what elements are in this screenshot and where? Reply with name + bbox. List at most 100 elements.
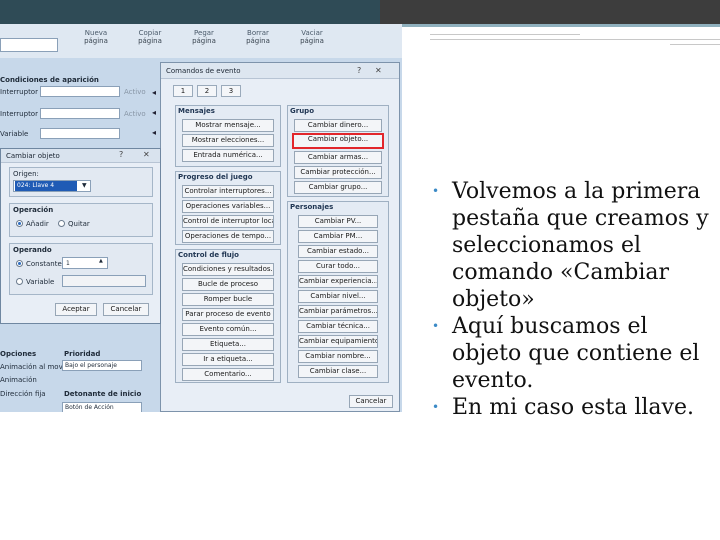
cmd-recover-all-button[interactable]: Curar todo...	[298, 260, 378, 273]
cmd-comment-button[interactable]: Comentario...	[182, 368, 274, 381]
event-commands-titlebar: Comandos de evento ? ✕	[161, 63, 399, 79]
paste-page-button[interactable]: Pegar página	[182, 29, 226, 45]
cmd-timer-button[interactable]: Operaciones de tempo...	[182, 230, 274, 243]
option-3-label: Dirección fija	[0, 390, 46, 398]
cmd-change-item-button[interactable]: Cambiar objeto...	[292, 133, 384, 149]
trigger-title: Detonante de inicio	[64, 390, 142, 398]
close-icon[interactable]: ✕	[375, 66, 382, 75]
cmd-number-input-button[interactable]: Entrada numérica...	[182, 149, 274, 162]
cmd-self-switch-button[interactable]: Control de interruptor local...	[182, 215, 274, 228]
switch-1-field[interactable]	[40, 86, 120, 97]
close-icon[interactable]: ✕	[143, 150, 150, 159]
event-commands-window: Comandos de evento ? ✕ 1 2 3 Mensajes Mo…	[160, 62, 400, 412]
cmd-change-equip-button[interactable]: Cambiar equipamiento...	[298, 335, 378, 348]
cmd-control-switches-button[interactable]: Controlar interruptores...	[182, 185, 274, 198]
bullet-item: • En mi caso esta llave.	[418, 394, 714, 421]
options-title: Opciones	[0, 350, 37, 358]
cmd-loop-button[interactable]: Bucle de proceso	[182, 278, 274, 291]
cmd-show-message-button[interactable]: Mostrar mensaje...	[182, 119, 274, 132]
condition-switch-2: Interruptor 2	[0, 110, 45, 118]
tab-3[interactable]: 3	[221, 85, 241, 97]
bullet-dot-icon: •	[432, 400, 440, 414]
priority-title: Prioridad	[64, 350, 101, 358]
ribbon-toolbar: Nueva página Copiar página Pegar página Bor…	[0, 24, 402, 58]
tab-2[interactable]: 2	[197, 85, 217, 97]
bullet-dot-icon: •	[432, 184, 440, 198]
cmd-change-skills-button[interactable]: Cambiar técnica...	[298, 320, 378, 333]
cmd-break-loop-button[interactable]: Romper bucle	[182, 293, 274, 306]
change-item-titlebar: Cambiar objeto ? ✕	[1, 149, 160, 163]
cmd-change-params-button[interactable]: Cambiar parámetros...	[298, 305, 378, 318]
name-field[interactable]	[0, 38, 58, 52]
dialog-cancel-button[interactable]: Cancelar	[103, 303, 149, 316]
condition-variable: Variable	[0, 130, 29, 138]
cmd-jump-label-button[interactable]: Ir a etiqueta...	[182, 353, 274, 366]
cmd-show-choices-button[interactable]: Mostrar elecciones...	[182, 134, 274, 147]
constant-stepper[interactable]: 1 ▲	[62, 257, 108, 269]
help-icon[interactable]: ?	[119, 150, 123, 159]
constant-radio-label: Constante	[26, 260, 62, 268]
bullet-text: En mi caso esta llave.	[452, 395, 694, 420]
bullet-item: • Aquí buscamos el objeto que contiene e…	[418, 313, 714, 394]
operand-label: Operando	[13, 246, 52, 254]
priority-select[interactable]: Bajo el personaje	[62, 360, 142, 371]
slide-top-accent	[380, 0, 720, 24]
cmd-change-armor-button[interactable]: Cambiar protección...	[294, 166, 382, 179]
cmd-exit-event-button[interactable]: Parar proceso de evento	[182, 308, 274, 321]
remove-radio[interactable]	[58, 220, 65, 227]
add-radio[interactable]	[16, 220, 23, 227]
cmd-change-mp-button[interactable]: Cambiar PM...	[298, 230, 378, 243]
cmd-common-event-button[interactable]: Evento común...	[182, 323, 274, 336]
cmd-change-level-button[interactable]: Cambiar nivel...	[298, 290, 378, 303]
remove-radio-label: Quitar	[68, 220, 90, 228]
group-mensajes-title: Mensajes	[178, 107, 215, 115]
cmd-change-class-button[interactable]: Cambiar clase...	[298, 365, 378, 378]
bullet-dot-icon: •	[432, 319, 440, 333]
decorative-lines	[430, 30, 720, 52]
stepper-arrows-icon[interactable]: ▲	[99, 258, 103, 264]
variable-select[interactable]	[62, 275, 146, 287]
new-page-button[interactable]: Nueva página	[74, 29, 118, 45]
help-icon[interactable]: ?	[357, 66, 361, 75]
bullet-list: • Volvemos a la primera pestaña que crea…	[418, 178, 714, 421]
group-grupo-title: Grupo	[290, 107, 315, 115]
cmd-control-variables-button[interactable]: Operaciones variables...	[182, 200, 274, 213]
trigger-select[interactable]: Botón de Acción	[62, 402, 142, 412]
arrow-left-icon: ◂	[152, 108, 157, 117]
delete-page-button[interactable]: Borrar página	[236, 29, 280, 45]
origin-select[interactable]: 024: Llave 4 ▼	[13, 180, 91, 192]
switch-2-field[interactable]	[40, 108, 120, 119]
arrow-left-icon: ◂	[152, 128, 157, 137]
cmd-label-button[interactable]: Etiqueta...	[182, 338, 274, 351]
group-grupo: Grupo Cambiar dinero... Cambiar objeto..…	[287, 105, 389, 197]
group-personajes-title: Personajes	[290, 203, 334, 211]
change-item-dialog: Cambiar objeto ? ✕ Origen: 024: Llave 4 …	[0, 148, 161, 324]
cmd-conditional-button[interactable]: Condiciones y resultados...	[182, 263, 274, 276]
operation-label: Operación	[13, 206, 54, 214]
clear-page-button[interactable]: Vaciar página	[290, 29, 334, 45]
chevron-down-icon: ▼	[82, 182, 87, 189]
variable-field[interactable]	[40, 128, 120, 139]
variable-radio[interactable]	[16, 278, 23, 285]
cmd-change-exp-button[interactable]: Cambiar experiencia...	[298, 275, 378, 288]
add-radio-label: Añadir	[26, 220, 49, 228]
origin-selected-value: 024: Llave 4	[15, 181, 77, 191]
cmd-change-party-button[interactable]: Cambiar grupo...	[294, 181, 382, 194]
copy-page-button[interactable]: Copiar página	[128, 29, 172, 45]
event-commands-title: Comandos de evento	[166, 67, 241, 75]
switch-2-active-label: Activo	[124, 110, 146, 118]
operation-group: Operación Añadir Quitar	[9, 203, 153, 237]
group-progreso: Progreso del juego Controlar interruptor…	[175, 171, 281, 245]
bullet-text: Aquí buscamos el objeto que contiene el …	[452, 314, 700, 393]
cmd-change-gold-button[interactable]: Cambiar dinero...	[294, 119, 382, 132]
bullet-item: • Volvemos a la primera pestaña que crea…	[418, 178, 714, 313]
tab-1[interactable]: 1	[173, 85, 193, 97]
constant-radio[interactable]	[16, 260, 23, 267]
cmd-change-hp-button[interactable]: Cambiar PV...	[298, 215, 378, 228]
cmd-change-name-button[interactable]: Cambiar nombre...	[298, 350, 378, 363]
cmd-cancel-button[interactable]: Cancelar	[349, 395, 393, 408]
cmd-change-state-button[interactable]: Cambiar estado...	[298, 245, 378, 258]
cmd-change-weapons-button[interactable]: Cambiar armas...	[294, 151, 382, 164]
group-flujo: Control de flujo Condiciones y resultado…	[175, 249, 281, 383]
accept-button[interactable]: Aceptar	[55, 303, 97, 316]
